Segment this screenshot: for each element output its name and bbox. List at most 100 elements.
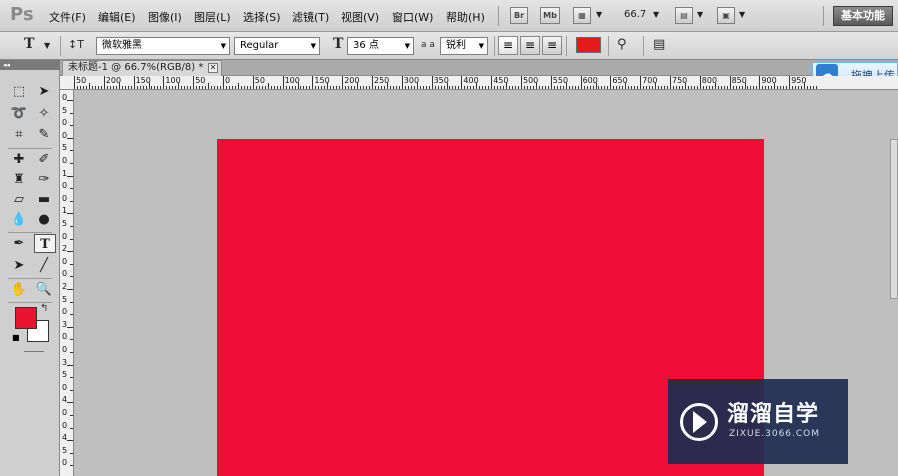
menu-select[interactable]: 选择(S) bbox=[243, 9, 281, 25]
path-selection-tool-icon[interactable]: ➤ bbox=[8, 256, 30, 275]
ruler-tick bbox=[91, 86, 93, 89]
ruler-tick bbox=[70, 150, 73, 152]
bridge-button[interactable]: Br bbox=[510, 7, 528, 24]
ruler-tick bbox=[386, 83, 388, 89]
ruler-tick bbox=[151, 86, 153, 89]
lasso-tool-icon[interactable]: ➰ bbox=[8, 104, 30, 123]
gradient-tool-icon[interactable]: ▬ bbox=[33, 190, 55, 209]
panel-scroll-handle[interactable] bbox=[890, 139, 898, 299]
type-tool-icon[interactable]: T bbox=[24, 36, 34, 52]
menu-window[interactable]: 窗口(W) bbox=[392, 9, 433, 25]
ruler-tick bbox=[70, 200, 73, 202]
menu-help[interactable]: 帮助(H) bbox=[446, 9, 485, 25]
menu-edit[interactable]: 编辑(E) bbox=[98, 9, 136, 25]
ruler-tick bbox=[580, 76, 582, 89]
font-family-select[interactable]: 微软雅黑 ▼ bbox=[96, 37, 230, 55]
document-tab[interactable]: 未标题-1 @ 66.7%(RGB/8) * ✕ bbox=[62, 60, 222, 76]
ruler-label: 0 bbox=[62, 458, 68, 468]
ruler-tick bbox=[798, 86, 800, 89]
close-icon[interactable]: ✕ bbox=[208, 63, 218, 73]
ruler-tick bbox=[494, 86, 496, 89]
eyedropper-tool-icon[interactable]: ✎ bbox=[33, 125, 55, 144]
ruler-tick bbox=[70, 389, 73, 391]
ruler-tick bbox=[70, 339, 73, 341]
ruler-label: 5 bbox=[62, 370, 68, 380]
text-color-swatch[interactable] bbox=[576, 37, 601, 53]
ruler-tick bbox=[410, 86, 412, 89]
default-colors-icon[interactable]: ■ bbox=[12, 333, 20, 342]
chevron-down-icon[interactable]: ▼ bbox=[739, 10, 745, 19]
crop-tool-icon[interactable]: ⌗ bbox=[8, 125, 30, 144]
align-left-button[interactable]: ≡ bbox=[498, 36, 518, 55]
chevron-down-icon[interactable]: ▼ bbox=[596, 10, 602, 19]
type-tool-icon[interactable]: T bbox=[34, 234, 56, 253]
chevron-down-icon[interactable]: ▼ bbox=[697, 10, 703, 19]
screen-mode-icon[interactable]: ▣ bbox=[717, 7, 735, 24]
ruler-tick bbox=[261, 86, 263, 89]
ruler-label: 0 bbox=[225, 76, 231, 85]
ruler-tick bbox=[288, 86, 290, 89]
ruler-tick bbox=[810, 86, 812, 89]
chevron-down-icon: ▼ bbox=[404, 42, 410, 50]
pen-tool-icon[interactable]: ✒ bbox=[8, 234, 30, 253]
ruler-tick bbox=[115, 86, 117, 89]
mini-bridge-button[interactable]: Mb bbox=[540, 7, 560, 24]
move-tool-icon[interactable]: ➤ bbox=[33, 82, 55, 101]
menu-separator bbox=[823, 6, 824, 26]
character-panel-icon[interactable]: ▤ bbox=[653, 37, 665, 52]
zoom-level[interactable]: 66.7 bbox=[624, 9, 646, 20]
chevron-down-icon[interactable]: ▼ bbox=[44, 41, 50, 50]
align-right-button[interactable]: ≡ bbox=[542, 36, 562, 55]
ruler-tick bbox=[148, 83, 150, 89]
quick-selection-tool-icon[interactable]: ✧ bbox=[33, 104, 55, 123]
ruler-label: 5 bbox=[62, 294, 68, 304]
swap-colors-icon[interactable]: ↰ bbox=[40, 303, 48, 314]
brush-tool-icon[interactable]: ✐ bbox=[33, 150, 55, 169]
zoom-tool-icon[interactable]: 🔍 bbox=[33, 280, 55, 299]
align-center-button[interactable]: ≡ bbox=[520, 36, 540, 55]
ruler-tick bbox=[598, 86, 600, 89]
view-extras-icon[interactable]: ▦ bbox=[573, 7, 591, 24]
antialias-select[interactable]: 锐利 ▼ bbox=[440, 37, 488, 55]
ruler-tick bbox=[675, 86, 677, 89]
menu-file[interactable]: 文件(F) bbox=[49, 9, 86, 25]
ruler-tick bbox=[106, 86, 108, 89]
font-size-select[interactable]: 36 点 ▼ bbox=[347, 37, 414, 55]
line-tool-icon[interactable]: ╱ bbox=[33, 256, 55, 275]
history-brush-tool-icon[interactable]: ✑ bbox=[33, 170, 55, 189]
text-orientation-icon[interactable]: ↕T bbox=[68, 38, 84, 51]
eraser-tool-icon[interactable]: ▱ bbox=[8, 190, 30, 209]
menu-view[interactable]: 视图(V) bbox=[341, 9, 379, 25]
menu-image[interactable]: 图像(I) bbox=[148, 9, 182, 25]
ruler-tick bbox=[652, 86, 654, 89]
arrange-documents-icon[interactable]: ▤ bbox=[675, 7, 693, 24]
ruler-tick bbox=[306, 86, 308, 89]
ruler-tick bbox=[705, 86, 707, 89]
toolbox-collapse-icon[interactable]: ◂◂ bbox=[0, 60, 60, 70]
quick-mask-icon[interactable] bbox=[24, 351, 44, 352]
marquee-tool-icon[interactable]: ⬚ bbox=[8, 82, 30, 101]
ruler-tick bbox=[711, 86, 713, 89]
font-style-select[interactable]: Regular ▼ bbox=[234, 37, 320, 55]
foreground-color-swatch[interactable] bbox=[15, 307, 37, 329]
toolbox-separator bbox=[8, 148, 52, 149]
dodge-tool-icon[interactable]: ● bbox=[33, 210, 55, 229]
chevron-down-icon[interactable]: ▼ bbox=[653, 10, 659, 19]
healing-brush-tool-icon[interactable]: ✚ bbox=[8, 150, 30, 169]
ruler-tick bbox=[479, 86, 481, 89]
ruler-label: 5 bbox=[62, 143, 68, 153]
menu-filter[interactable]: 滤镜(T) bbox=[292, 9, 329, 25]
ruler-tick bbox=[464, 86, 466, 89]
ruler-tick bbox=[625, 83, 627, 89]
ruler-tick bbox=[276, 86, 278, 89]
blur-tool-icon[interactable]: 💧 bbox=[8, 210, 30, 229]
workspace-button[interactable]: 基本功能 bbox=[833, 6, 893, 26]
ruler-tick bbox=[643, 86, 645, 89]
ruler-tick bbox=[613, 86, 615, 89]
hand-tool-icon[interactable]: ✋ bbox=[8, 280, 30, 299]
clone-stamp-tool-icon[interactable]: ♜ bbox=[8, 170, 30, 189]
ruler-tick bbox=[515, 86, 517, 89]
warp-text-icon[interactable]: ⚲ bbox=[617, 37, 627, 52]
ruler-tick bbox=[449, 86, 451, 89]
menu-layer[interactable]: 图层(L) bbox=[194, 9, 231, 25]
